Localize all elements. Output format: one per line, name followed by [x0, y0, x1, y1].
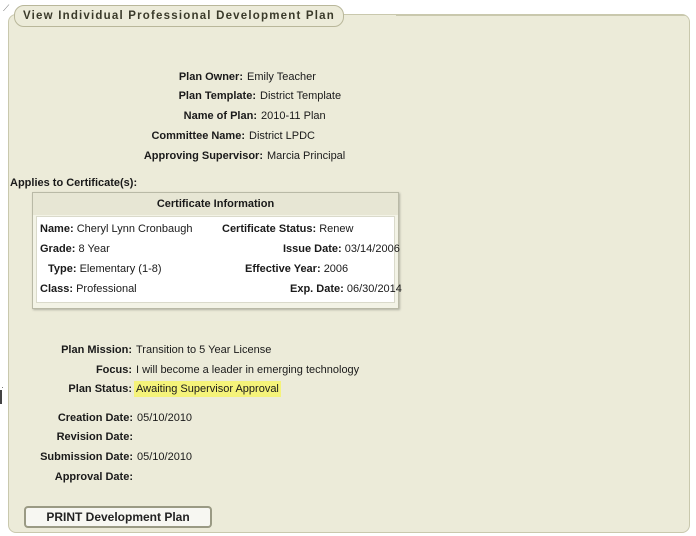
creation-date-label: Creation Date: — [57, 412, 133, 424]
certificate-info-box: Certificate Information Name: Cheryl Lyn… — [32, 192, 402, 309]
cert-exp-label: Exp. Date: — [290, 283, 344, 295]
cert-issue-row: Issue Date: 03/14/2006 — [283, 242, 400, 256]
cert-name-value: Cheryl Lynn Cronbaugh — [76, 223, 193, 235]
plan-name-value: 2010-11 Plan — [261, 110, 326, 122]
plan-name-label: Name of Plan: — [183, 110, 257, 122]
plan-status-label: Plan Status: — [68, 383, 132, 395]
plan-template-label: Plan Template: — [178, 90, 256, 102]
approving-supervisor-label: Approving Supervisor: — [143, 150, 263, 162]
cert-effective-row: Effective Year: 2006 — [245, 262, 348, 276]
cert-exp-row: Exp. Date: 06/30/2014 — [290, 282, 402, 296]
committee-name-label: Committee Name: — [151, 130, 245, 142]
cert-grade-label: Grade: — [40, 243, 76, 255]
submission-date-label: Submission Date: — [40, 451, 133, 463]
cert-grade-value: 8 Year — [78, 243, 110, 255]
cert-type-row: Type: Elementary (1-8) — [48, 262, 162, 276]
plan-owner-value: Emily Teacher — [247, 71, 316, 83]
cert-name-row: Name: Cheryl Lynn Cronbaugh — [40, 222, 192, 236]
cert-issue-value: 03/14/2006 — [344, 243, 400, 255]
corner-resize-icon: ⟋ — [3, 3, 10, 13]
cert-type-label: Type: — [48, 263, 77, 275]
cert-name-label: Name: — [40, 223, 74, 235]
cert-effective-value: 2006 — [323, 263, 349, 275]
approval-date-label: Approval Date: — [54, 471, 133, 483]
panel-title-rule — [396, 15, 686, 16]
cert-status-label: Certificate Status: — [222, 223, 317, 235]
creation-date-value: 05/10/2010 — [137, 412, 193, 424]
committee-name-value: District LPDC — [249, 130, 316, 142]
focus-value: I will become a leader in emerging techn… — [136, 364, 360, 376]
approving-supervisor-value: Marcia Principal — [267, 150, 346, 162]
cert-status-value: Renew — [319, 223, 354, 235]
submission-date-value: 05/10/2010 — [137, 451, 193, 463]
cert-type-value: Elementary (1-8) — [79, 263, 162, 275]
print-development-plan-button[interactable]: PRINT Development Plan — [24, 506, 212, 528]
certificate-info-body: Name: Cheryl Lynn Cronbaugh Certificate … — [36, 216, 402, 303]
focus-label: Focus: — [95, 364, 132, 376]
plan-mission-value: Transition to 5 Year License — [136, 344, 272, 356]
cert-effective-label: Effective Year: — [245, 263, 321, 275]
cert-issue-label: Issue Date: — [283, 243, 342, 255]
cert-class-row: Class: Professional — [40, 282, 137, 296]
applies-to-certificates-label: Applies to Certificate(s): — [10, 177, 138, 189]
cert-class-value: Professional — [76, 283, 137, 295]
cert-grade-row: Grade: 8 Year — [40, 242, 110, 256]
cert-exp-value: 06/30/2014 — [346, 283, 402, 295]
revision-date-label: Revision Date: — [56, 431, 133, 443]
cert-status-row: Certificate Status: Renew — [222, 222, 353, 236]
panel-title: View Individual Professional Development… — [14, 5, 344, 27]
plan-mission-label: Plan Mission: — [61, 344, 132, 356]
certificate-info-heading: Certificate Information — [33, 193, 398, 215]
cert-class-label: Class: — [40, 283, 74, 295]
edge-marker — [0, 390, 2, 404]
plan-template-value: District Template — [260, 90, 342, 102]
plan-status-value: Awaiting Supervisor Approval — [134, 381, 281, 397]
plan-owner-label: Plan Owner: — [178, 71, 243, 83]
